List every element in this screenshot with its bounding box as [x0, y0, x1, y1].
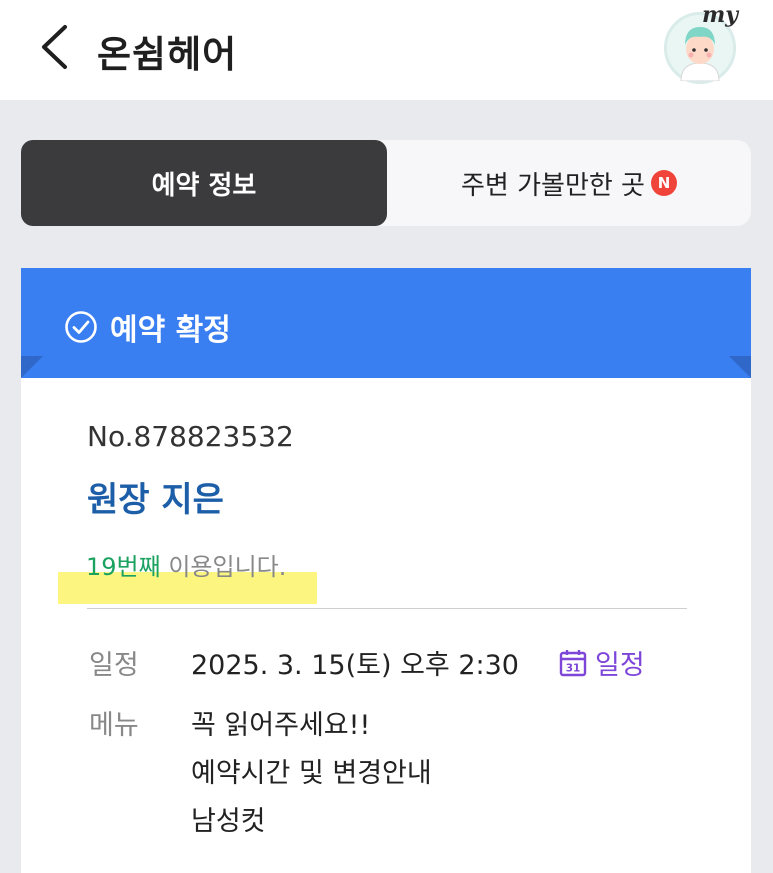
- status-text: 예약 확정: [110, 313, 231, 348]
- booking-number: No.878823532: [87, 420, 294, 453]
- visit-count: 19번째 이용입니다.: [86, 547, 286, 582]
- menu-item: 남성컷: [191, 806, 266, 837]
- designer-name[interactable]: 원장 지은: [87, 472, 224, 521]
- divider: [87, 608, 687, 609]
- schedule-label: 일정: [89, 650, 139, 681]
- back-button[interactable]: [30, 22, 78, 72]
- menu-item: 예약시간 및 변경안내: [191, 758, 432, 789]
- calendar-day: 31: [566, 662, 581, 674]
- tab-nearby-places[interactable]: 주변 가볼만한 곳 N: [387, 140, 751, 226]
- schedule-link-label: 일정: [595, 650, 645, 681]
- menu-label: 메뉴: [89, 710, 139, 741]
- add-to-calendar-link[interactable]: 31 일정: [559, 643, 645, 682]
- menu-item: 꼭 읽어주세요!!: [191, 710, 371, 741]
- check-circle-icon: [65, 311, 97, 343]
- calendar-icon: 31: [559, 649, 587, 676]
- my-label: my: [702, 2, 739, 28]
- page-title: 온쉼헤어: [97, 33, 238, 76]
- banner-fold-right: [729, 356, 751, 378]
- visit-count-suffix: 이용입니다.: [160, 553, 287, 581]
- status-banner-content: 예약 확정: [64, 305, 231, 349]
- tab-bar: 예약 정보 주변 가볼만한 곳 N: [21, 140, 751, 226]
- banner-fold-left: [21, 356, 43, 378]
- visit-count-number: 19번째: [86, 553, 161, 581]
- tab-reservation-info[interactable]: 예약 정보: [21, 140, 387, 226]
- tab-label: 주변 가볼만한 곳: [461, 170, 645, 201]
- chevron-left-icon: [42, 25, 67, 69]
- schedule-value: 2025. 3. 15(토) 오후 2:30: [191, 650, 519, 681]
- new-badge-icon: N: [650, 170, 677, 196]
- tab-label: 예약 정보: [151, 170, 257, 201]
